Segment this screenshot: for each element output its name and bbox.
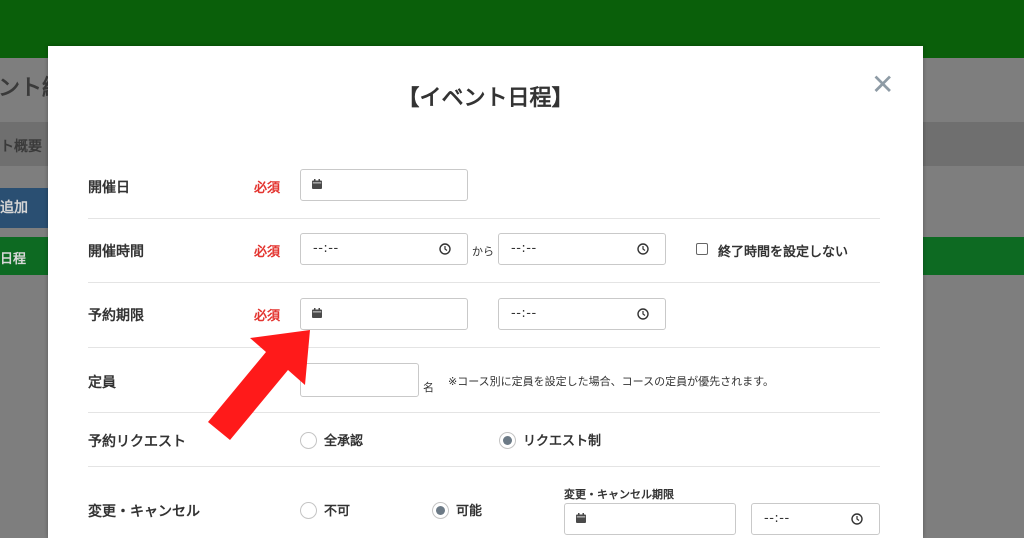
capacity-label: 定員 — [88, 375, 116, 391]
deadline-time-input[interactable]: --:-- — [498, 298, 666, 330]
end-time-input[interactable]: --:-- — [498, 233, 666, 265]
cancel-option-yes-label: 可能 — [456, 504, 483, 519]
time-required-badge: 必須 — [254, 245, 281, 260]
date-required-badge: 必須 — [254, 181, 281, 196]
start-time-input[interactable]: --:-- — [300, 233, 468, 265]
clock-icon — [637, 243, 649, 255]
cancel-option-no-label: 不可 — [324, 504, 351, 519]
deadline-label: 予約期限 — [88, 308, 144, 324]
row-divider — [88, 282, 880, 283]
request-option-request-radio[interactable] — [499, 432, 516, 449]
clock-icon — [439, 243, 451, 255]
deadline-time-value: --:-- — [511, 306, 537, 321]
clock-icon — [637, 308, 649, 320]
capacity-unit: 名 — [423, 381, 434, 394]
capacity-note: ※コース別に定員を設定した場合、コースの定員が優先されます。 — [448, 375, 775, 388]
close-icon[interactable]: ✕ — [871, 68, 894, 101]
modal-title: 【イベント日程】 — [397, 86, 574, 111]
background-add-button: 追加 — [0, 188, 48, 228]
calendar-icon — [576, 513, 586, 523]
deadline-date-input[interactable] — [300, 298, 468, 330]
time-separator: から — [472, 245, 494, 258]
cancel-deadline-time-input[interactable]: --:-- — [751, 503, 880, 535]
event-schedule-modal: 【イベント日程】 ✕ 開催日 必須 開催時間 必須 --:-- から --:--… — [48, 46, 923, 538]
request-option-all-label: 全承認 — [324, 434, 364, 449]
calendar-icon — [312, 308, 322, 318]
start-time-value: --:-- — [313, 241, 339, 256]
request-label: 予約リクエスト — [88, 434, 186, 450]
cancel-option-yes-radio[interactable] — [432, 502, 449, 519]
cancel-label: 変更・キャンセル — [88, 504, 200, 520]
deadline-required-badge: 必須 — [254, 309, 281, 324]
clock-icon — [851, 513, 863, 525]
background-tab-overview: ト概要 — [0, 139, 42, 155]
time-label: 開催時間 — [88, 244, 144, 260]
request-option-request-label: リクエスト制 — [523, 434, 602, 449]
background-green-label: 日程 — [0, 252, 27, 267]
no-end-time-label: 終了時間を設定しない — [718, 245, 849, 260]
row-divider — [88, 466, 880, 467]
no-end-time-checkbox[interactable] — [696, 243, 708, 255]
cancel-deadline-label: 変更・キャンセル期限 — [564, 488, 674, 501]
row-divider — [88, 218, 880, 219]
calendar-icon — [312, 179, 322, 189]
annotation-arrow-icon — [208, 330, 310, 440]
cancel-deadline-time-value: --:-- — [764, 511, 790, 526]
date-label: 開催日 — [88, 180, 130, 196]
end-time-value: --:-- — [511, 241, 537, 256]
cancel-option-no-radio[interactable] — [300, 502, 317, 519]
event-date-input[interactable] — [300, 169, 468, 201]
cancel-deadline-date-input[interactable] — [564, 503, 736, 535]
